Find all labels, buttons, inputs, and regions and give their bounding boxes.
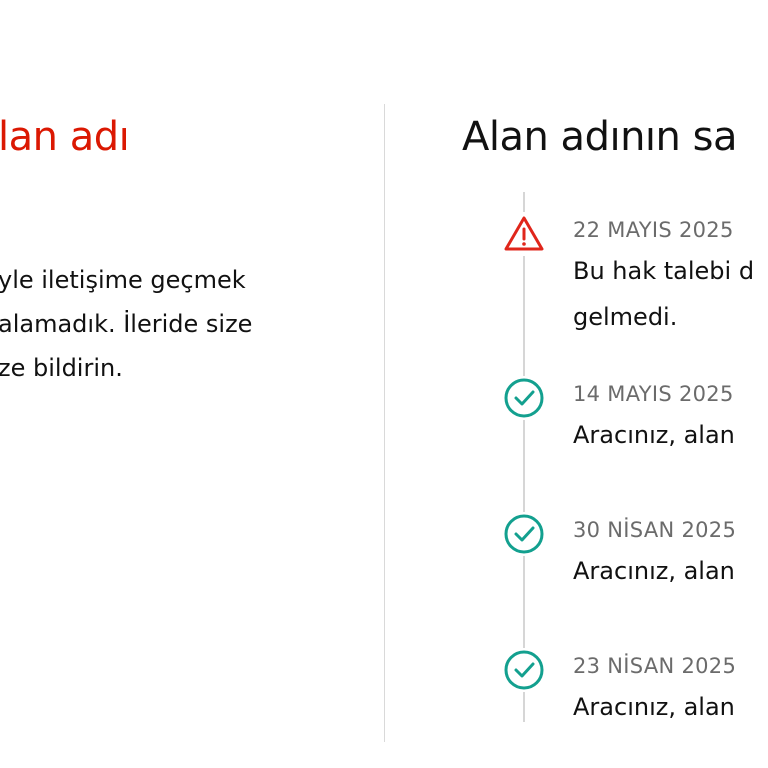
panel-divider <box>384 104 385 742</box>
event-description: Bu hak talebi d gelmedi. <box>573 248 754 340</box>
event-date: 22 MAYIS 2025 <box>573 218 734 242</box>
event-description: Aracınız, alan <box>573 548 735 594</box>
event-description-line: Bu hak talebi d <box>573 257 755 285</box>
event-date: 14 MAYIS 2025 <box>573 382 734 406</box>
event-description: Aracınız, alan <box>573 412 735 458</box>
check-circle-icon <box>502 648 546 692</box>
event-description-line: Aracınız, alan <box>573 693 735 721</box>
check-circle-icon <box>502 512 546 556</box>
event-date: 30 NİSAN 2025 <box>573 518 737 542</box>
left-panel-title: lan adı <box>0 114 130 160</box>
event-description-line: gelmedi. <box>573 303 678 331</box>
page: lan adı yle iletişime geçmek alamadık. İ… <box>0 0 768 768</box>
event-date: 23 NİSAN 2025 <box>573 654 737 678</box>
event-description-line: Aracınız, alan <box>573 421 735 449</box>
left-text-line: alamadık. İleride size <box>0 310 253 338</box>
left-panel-text: yle iletişime geçmek alamadık. İleride s… <box>0 258 298 390</box>
left-text-line: ze bildirin. <box>0 354 123 382</box>
event-description-line: Aracınız, alan <box>573 557 735 585</box>
timeline-line <box>523 192 525 722</box>
event-description: Aracınız, alan <box>573 684 735 730</box>
check-circle-icon <box>502 376 546 420</box>
timeline-title: Alan adının sa <box>462 114 737 160</box>
warning-icon <box>502 212 546 256</box>
left-text-line: yle iletişime geçmek <box>0 266 246 294</box>
